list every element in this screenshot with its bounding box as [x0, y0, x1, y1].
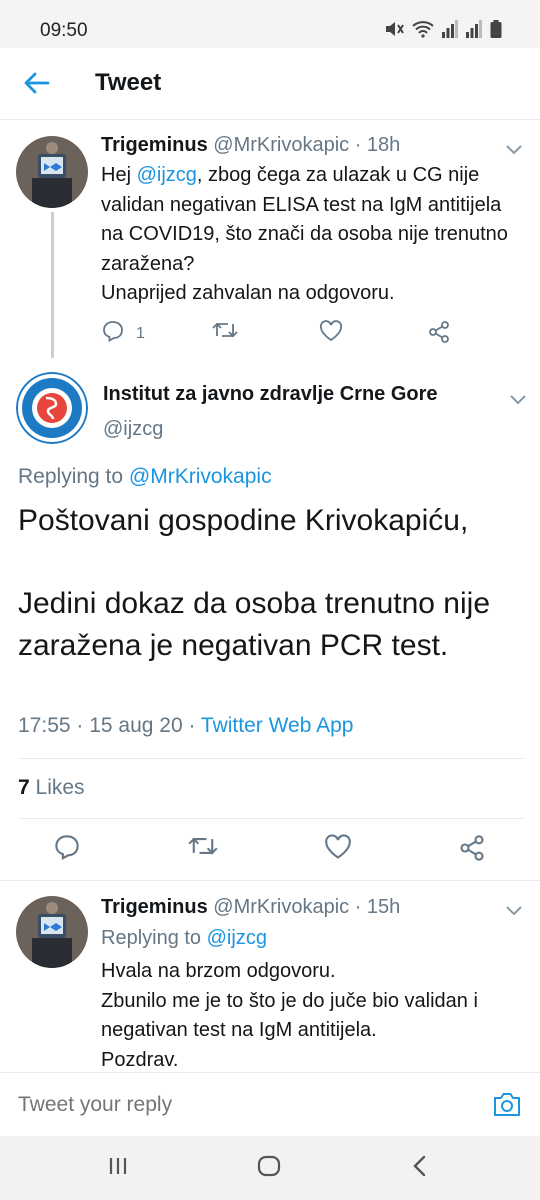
- tweet-header: Trigeminus @MrKrivokapic · 18h: [101, 134, 400, 157]
- mention-link[interactable]: @MrKrivokapic: [129, 465, 272, 488]
- tweet-text: Hej @ijzcg, zbog čega za ulazak u CG nij…: [101, 161, 521, 309]
- heart-icon: [324, 834, 352, 864]
- tweet-time: · 15h: [354, 896, 401, 918]
- reply-icon: [54, 835, 80, 864]
- replying-to-label: Replying to: [101, 927, 207, 949]
- like-button[interactable]: [319, 320, 343, 347]
- author-name[interactable]: Institut za javno zdravlje Crne Gore: [103, 383, 438, 406]
- retweet-icon: [188, 837, 218, 862]
- tweet-text-part: Unaprijed zahvalan na odgovoru.: [101, 282, 395, 304]
- tweet-time: · 18h: [354, 134, 401, 156]
- mention-link[interactable]: @ijzcg: [207, 927, 267, 949]
- tweet-meta: 17:55 · 15 aug 20 · Twitter Web App: [18, 714, 353, 738]
- divider: [18, 758, 524, 759]
- reply-button[interactable]: [54, 834, 80, 865]
- tweet-line: Hvala na brzom odgovoru.: [101, 960, 336, 982]
- reply-icon: [102, 320, 124, 347]
- back-nav-icon[interactable]: [410, 1154, 430, 1183]
- avatar[interactable]: [16, 372, 88, 444]
- status-time: 09:50: [40, 20, 88, 41]
- signal-icon: [466, 20, 482, 38]
- avatar[interactable]: [16, 896, 88, 968]
- divider: [18, 818, 524, 819]
- avatar[interactable]: [16, 136, 88, 208]
- camera-button[interactable]: [492, 1090, 522, 1123]
- tweet-text-part: Hej: [101, 164, 137, 186]
- system-nav-bar: [0, 1136, 540, 1200]
- tweet-timestamp: 17:55 · 15 aug 20 ·: [18, 714, 201, 737]
- home-icon[interactable]: [256, 1154, 282, 1183]
- share-button[interactable]: [458, 834, 486, 867]
- replying-to-label: Replying to: [18, 465, 129, 488]
- chevron-down-icon[interactable]: [506, 142, 522, 155]
- tweet-paragraph: Jedini dokaz da osoba trenutno nije zara…: [18, 587, 491, 662]
- replying-to: Replying to @MrKrivokapic: [18, 465, 272, 489]
- source-link[interactable]: Twitter Web App: [201, 714, 354, 737]
- like-button[interactable]: [324, 834, 352, 865]
- tweet-actions: 1: [100, 320, 460, 350]
- battery-icon: [490, 20, 502, 38]
- retweet-icon: [212, 320, 238, 345]
- signal-icon: [442, 20, 458, 38]
- author-handle[interactable]: @MrKrivokapic: [213, 134, 349, 156]
- reply-bar: [0, 1072, 540, 1136]
- share-button[interactable]: [427, 320, 451, 349]
- likes-stat[interactable]: 7 Likes: [18, 776, 85, 800]
- author-handle[interactable]: @ijzcg: [103, 418, 163, 441]
- reply-count: 1: [136, 324, 145, 342]
- tweet-line: Zbunilo me je to što je do juče bio vali…: [101, 989, 478, 1042]
- tweet-actions: [0, 834, 540, 868]
- camera-icon: [492, 1093, 522, 1122]
- share-icon: [458, 835, 486, 866]
- tweet-text: Hvala na brzom odgovoru. Zbunilo me je t…: [101, 957, 526, 1071]
- retweet-button[interactable]: [188, 834, 218, 863]
- page-title: Tweet: [95, 69, 162, 96]
- header: Tweet: [0, 48, 540, 120]
- arrow-left-icon: [24, 72, 50, 99]
- divider: [0, 880, 540, 881]
- reply-button[interactable]: 1: [102, 320, 145, 347]
- mention-link[interactable]: @ijzcg: [137, 164, 197, 186]
- retweet-button[interactable]: [212, 320, 238, 345]
- mute-icon: [384, 20, 404, 38]
- likes-label: Likes: [35, 776, 85, 799]
- back-button[interactable]: [20, 68, 54, 102]
- chevron-down-icon[interactable]: [506, 903, 522, 916]
- status-icons: [384, 20, 502, 38]
- tweet-paragraph: Poštovani gospodine Krivokapiću,: [18, 504, 469, 537]
- heart-icon: [319, 320, 343, 347]
- status-bar: 09:50: [0, 0, 540, 48]
- tweet-line: Pozdrav.: [101, 1048, 179, 1071]
- share-icon: [427, 320, 451, 349]
- wifi-icon: [412, 20, 434, 38]
- author-name[interactable]: Trigeminus: [101, 134, 208, 156]
- author-name[interactable]: Trigeminus: [101, 896, 208, 918]
- thread-line: [51, 212, 54, 358]
- tweet-header: Trigeminus @MrKrivokapic · 15h: [101, 896, 400, 919]
- author-handle[interactable]: @MrKrivokapic: [213, 896, 349, 918]
- reply-input[interactable]: [18, 1093, 458, 1117]
- tweet-text: Poštovani gospodine Krivokapiću, Jedini …: [18, 500, 528, 666]
- replying-to: Replying to @ijzcg: [101, 927, 267, 950]
- recents-icon[interactable]: [106, 1154, 130, 1183]
- likes-count: 7: [18, 776, 30, 799]
- chevron-down-icon[interactable]: [510, 392, 526, 405]
